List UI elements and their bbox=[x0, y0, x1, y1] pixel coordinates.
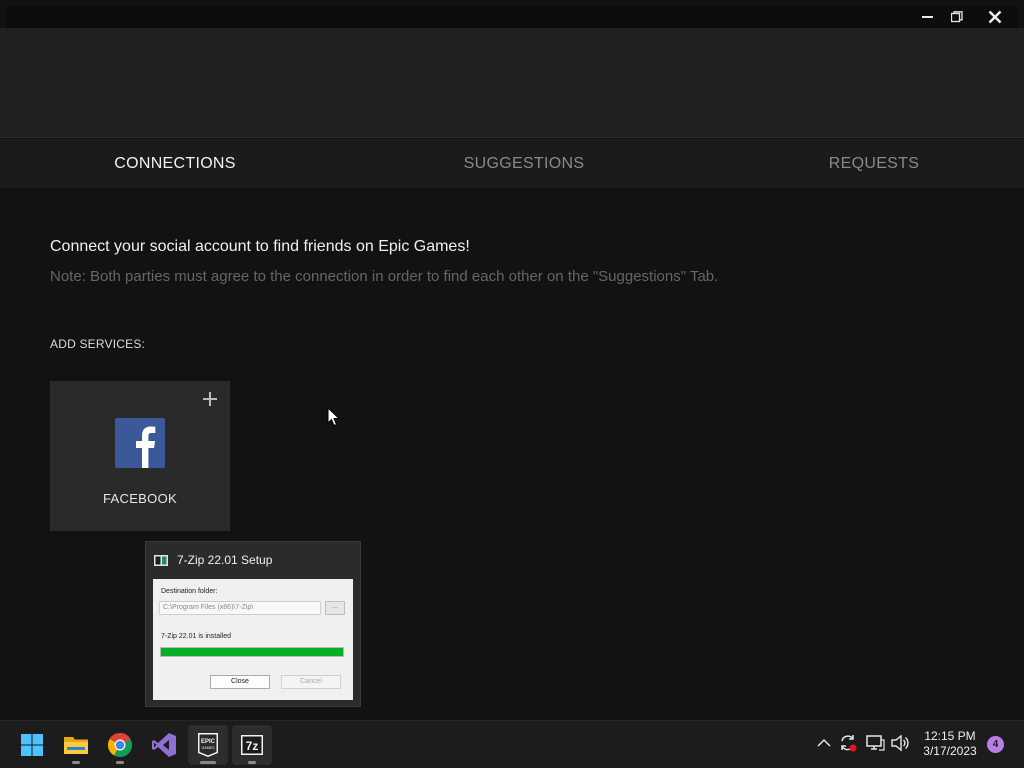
epic-games-launcher-window: CONNECTIONS SUGGESTIONS REQUESTS Connect… bbox=[0, 0, 1024, 768]
network-tray-icon[interactable] bbox=[865, 733, 885, 753]
facebook-icon bbox=[115, 418, 165, 468]
running-indicator bbox=[116, 761, 124, 764]
preview-window-content: Destination folder: C:\Program Files (x8… bbox=[153, 579, 353, 700]
install-progress-bar bbox=[160, 647, 344, 657]
minimize-icon bbox=[922, 16, 933, 18]
taskbar: EPIC GAMES 7z 12:15 PM 3/17/2023 4 bbox=[0, 720, 1024, 768]
cancel-setup-button: Cancel bbox=[281, 675, 341, 689]
system-clock[interactable]: 12:15 PM 3/17/2023 bbox=[916, 729, 984, 759]
friends-tabs: CONNECTIONS SUGGESTIONS REQUESTS bbox=[0, 139, 1024, 188]
mouse-cursor-icon bbox=[327, 407, 341, 427]
epic-games-icon: EPIC GAMES bbox=[198, 733, 218, 757]
running-indicator bbox=[248, 761, 256, 764]
tab-connections[interactable]: CONNECTIONS bbox=[95, 139, 255, 188]
7zip-icon: 7z bbox=[241, 735, 263, 755]
facebook-service-card[interactable]: FACEBOOK bbox=[50, 381, 230, 531]
tab-suggestions[interactable]: SUGGESTIONS bbox=[444, 139, 604, 188]
install-progress-fill bbox=[161, 648, 343, 656]
taskbar-7zip[interactable]: 7z bbox=[232, 725, 272, 765]
taskbar-thumbnail-preview[interactable]: 7-Zip 22.01 Setup Destination folder: C:… bbox=[145, 541, 361, 707]
clock-time: 12:15 PM bbox=[924, 729, 976, 743]
minimize-button[interactable] bbox=[913, 6, 943, 28]
show-hidden-icons-button[interactable] bbox=[814, 733, 834, 753]
close-icon bbox=[988, 10, 1002, 24]
volume-icon bbox=[891, 734, 909, 752]
destination-folder-label: Destination folder: bbox=[161, 588, 218, 595]
svg-text:GAMES: GAMES bbox=[202, 746, 216, 750]
chevron-up-icon bbox=[817, 738, 831, 747]
network-icon bbox=[866, 735, 885, 751]
title-bar bbox=[6, 6, 1018, 28]
browse-button: ... bbox=[325, 601, 345, 615]
facebook-label: FACEBOOK bbox=[103, 491, 177, 506]
notification-badge[interactable]: 4 bbox=[987, 736, 1004, 753]
add-services-label: ADD SERVICES: bbox=[50, 337, 146, 351]
clock-date: 3/17/2023 bbox=[923, 744, 977, 758]
close-window-button[interactable] bbox=[980, 6, 1010, 28]
header-area bbox=[0, 28, 1024, 138]
plus-icon[interactable] bbox=[202, 391, 218, 407]
running-indicator bbox=[200, 761, 216, 764]
connect-headline: Connect your social account to find frie… bbox=[50, 238, 470, 255]
7zip-window-icon bbox=[154, 555, 168, 566]
taskbar-file-explorer[interactable] bbox=[56, 725, 96, 765]
svg-text:EPIC: EPIC bbox=[201, 739, 216, 745]
folder-icon bbox=[64, 737, 88, 754]
svg-text:7z: 7z bbox=[246, 739, 259, 753]
connection-note: Note: Both parties must agree to the con… bbox=[50, 268, 719, 285]
visual-studio-icon bbox=[152, 733, 176, 757]
install-status-text: 7-Zip 22.01 is installed bbox=[161, 633, 232, 640]
sync-icon bbox=[841, 735, 857, 752]
windows-start-icon bbox=[21, 734, 43, 756]
start-button[interactable] bbox=[12, 725, 52, 765]
restore-icon bbox=[951, 11, 963, 23]
taskbar-visual-studio[interactable] bbox=[144, 725, 184, 765]
running-indicator bbox=[72, 761, 80, 764]
chrome-icon bbox=[107, 732, 133, 758]
taskbar-epic-games[interactable]: EPIC GAMES bbox=[188, 725, 228, 765]
close-setup-button: Close bbox=[210, 675, 270, 689]
preview-title: 7-Zip 22.01 Setup bbox=[177, 553, 273, 567]
tab-requests[interactable]: REQUESTS bbox=[794, 139, 954, 188]
taskbar-chrome[interactable] bbox=[100, 725, 140, 765]
volume-tray-icon[interactable] bbox=[890, 733, 910, 753]
destination-path-field: C:\Program Files (x86)\7-Zip\ bbox=[159, 601, 321, 615]
sync-tray-icon[interactable] bbox=[838, 733, 858, 753]
restore-button[interactable] bbox=[942, 6, 972, 28]
